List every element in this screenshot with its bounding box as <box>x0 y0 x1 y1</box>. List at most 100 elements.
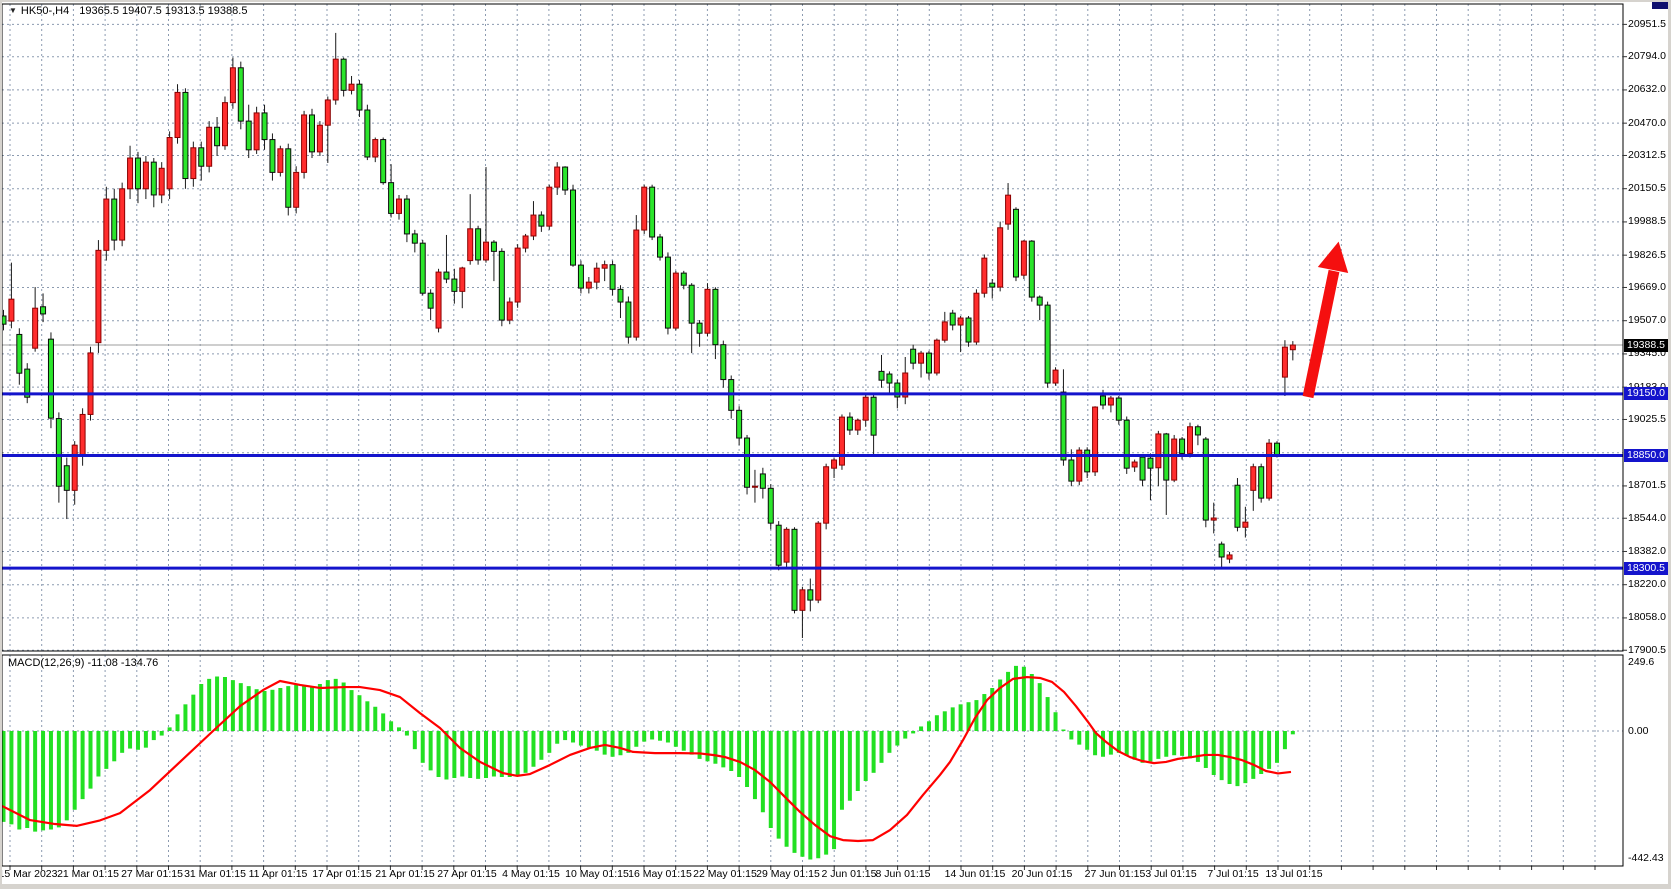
candle-up <box>191 148 196 179</box>
candle-down <box>56 419 61 487</box>
date-axis-label: 20 Jun 01:15 <box>1012 868 1073 880</box>
candle-up <box>642 187 647 230</box>
candle-down <box>1219 544 1224 557</box>
candle-down <box>808 590 813 600</box>
candle-up <box>143 162 148 189</box>
price-axis-label: 20794.0 <box>1628 50 1666 63</box>
symbol-dropdown-icon[interactable]: ▼ <box>9 6 17 15</box>
candle-up <box>1290 345 1295 350</box>
candle-up <box>460 268 465 291</box>
candle-up <box>1006 195 1011 224</box>
date-axis-label: 15 Mar 2023 <box>0 868 57 880</box>
date-axis-label: 29 May 01:15 <box>756 868 820 880</box>
candle-up <box>1132 462 1137 467</box>
date-axis-label: 8 Jun 01:15 <box>876 868 931 880</box>
candle-up <box>594 268 599 282</box>
candle-down <box>381 140 386 183</box>
candle-up <box>349 84 354 90</box>
candle-up <box>222 103 227 146</box>
candle-up <box>863 397 868 420</box>
price-axis-label: 18220.0 <box>1628 578 1666 591</box>
candle-up <box>673 273 678 328</box>
price-axis-label: 20150.5 <box>1628 182 1666 195</box>
candle-up <box>816 523 821 600</box>
candle-down <box>1203 439 1208 520</box>
candle-up <box>1188 427 1193 454</box>
candle-up <box>254 113 259 150</box>
candle-up <box>555 167 560 187</box>
candle-down <box>578 265 583 288</box>
candle-up <box>602 265 607 268</box>
candle-down <box>871 397 876 435</box>
candle-down <box>911 349 916 363</box>
chart-title: ▼HK50-,H419365.5 19407.5 19313.5 19388.5 <box>9 5 247 17</box>
candle-up <box>88 353 93 415</box>
candle-up <box>523 236 528 248</box>
candle-down <box>966 318 971 342</box>
candle-down <box>341 59 346 90</box>
date-axis-label: 21 Apr 01:15 <box>375 868 435 880</box>
candle-down <box>1235 485 1240 527</box>
candle-up <box>1093 407 1098 472</box>
candle-up <box>634 230 639 337</box>
price-axis-label: 20312.5 <box>1628 149 1666 162</box>
candle-up <box>705 289 710 333</box>
candle-down <box>713 289 718 344</box>
candle-up <box>919 353 924 363</box>
price-level-badge: 19150.0 <box>1624 387 1671 400</box>
price-axis-label: 18544.0 <box>1628 512 1666 525</box>
trend-arrow-head[interactable] <box>1318 242 1348 273</box>
macd-indicator-label: MACD(12,26,9) -11.08 -134.76 <box>8 657 158 669</box>
candle-down <box>792 529 797 610</box>
candle-down <box>1124 420 1129 468</box>
candle-up <box>824 467 829 523</box>
candle-down <box>135 158 140 189</box>
candle-down <box>1164 434 1169 480</box>
candle-up <box>839 417 844 465</box>
candle-down <box>539 215 544 226</box>
candle-down <box>697 323 702 333</box>
date-axis-label: 21 Mar 01:15 <box>57 868 119 880</box>
candle-up <box>1267 443 1272 498</box>
date-axis-label: 27 Jun 01:15 <box>1085 868 1146 880</box>
candle-down <box>1116 398 1121 420</box>
candle-down <box>365 110 370 157</box>
candle-down <box>887 374 892 383</box>
candle-up <box>974 293 979 342</box>
candle-up <box>1172 439 1177 480</box>
price-axis-label: 19669.0 <box>1628 281 1666 294</box>
chart-symbol-period: HK50-,H4 <box>21 5 69 17</box>
price-axis-label: 20470.0 <box>1628 117 1666 130</box>
mt4-chart-window[interactable]: ▼HK50-,H419365.5 19407.5 19313.5 19388.5… <box>0 0 1671 889</box>
candle-down <box>737 410 742 438</box>
candle-up <box>507 302 512 320</box>
candle-up <box>159 168 164 195</box>
date-axis-label: 4 May 01:15 <box>502 868 560 880</box>
candle-down <box>151 162 156 195</box>
candle-down <box>571 190 576 265</box>
candle-down <box>491 242 496 251</box>
candle-up <box>175 92 180 137</box>
candle-up <box>1251 467 1256 491</box>
candle-up <box>982 258 987 293</box>
candle-down <box>760 474 765 488</box>
macd-axis-label-min: -442.43 <box>1628 852 1664 865</box>
candle-down <box>689 285 694 323</box>
candle-up <box>1282 347 1287 377</box>
trend-arrow-shaft[interactable] <box>1308 271 1334 397</box>
price-axis-label: 18058.0 <box>1628 611 1666 624</box>
candle-down <box>428 293 433 308</box>
candle-down <box>286 149 291 207</box>
candle-up <box>230 68 235 103</box>
date-axis-label: 22 May 01:15 <box>693 868 757 880</box>
candle-up <box>934 340 939 373</box>
window-frame-top <box>0 0 1671 2</box>
candle-down <box>721 345 726 380</box>
candle-down <box>776 525 781 565</box>
candle-down <box>1069 460 1074 481</box>
candle-down <box>499 251 504 320</box>
chart-canvas[interactable] <box>0 0 1671 889</box>
candle-down <box>238 68 243 121</box>
candle-up <box>436 272 441 328</box>
price-axis-label: 20632.0 <box>1628 83 1666 96</box>
